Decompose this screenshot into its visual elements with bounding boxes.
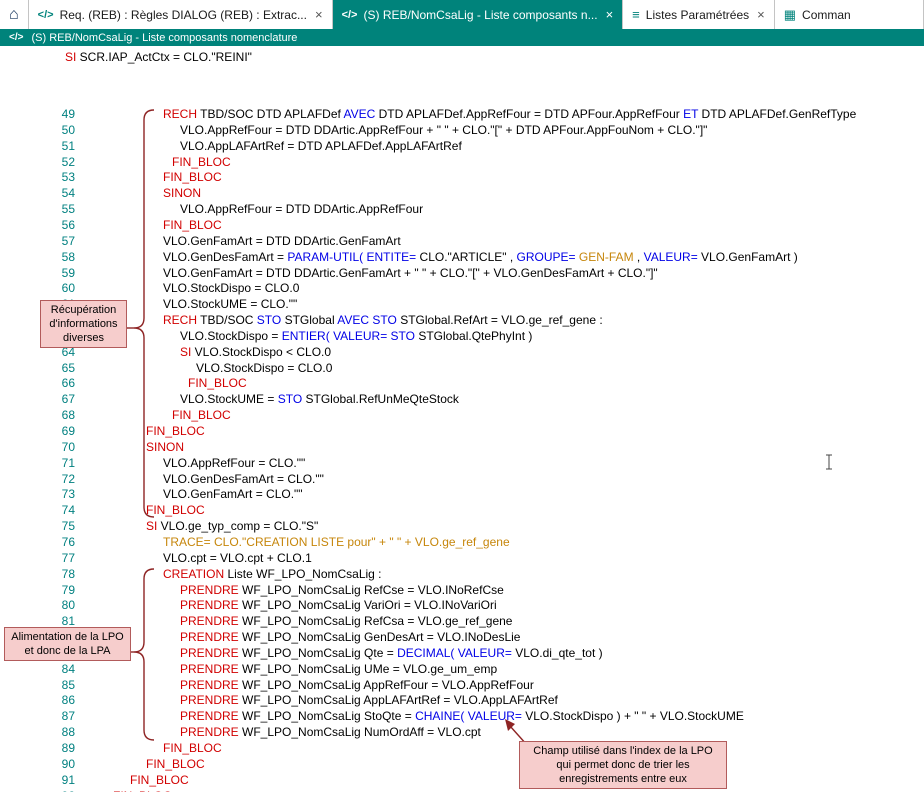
code-line: VLO.StockDispo = ENTIER( VALEUR= STO STG… bbox=[180, 329, 532, 344]
line-number: 59 bbox=[30, 266, 75, 281]
line-number: 49 bbox=[30, 107, 75, 122]
code-line: TRACE= CLO."CREATION LISTE pour" + " " +… bbox=[163, 535, 510, 550]
code-line: VLO.GenDesFamArt = CLO."" bbox=[163, 472, 324, 487]
code-line: SI VLO.ge_typ_comp = CLO."S" bbox=[146, 519, 318, 534]
code-line: VLO.StockUME = CLO."" bbox=[163, 297, 297, 312]
line-number: 65 bbox=[30, 361, 75, 376]
line-number: 56 bbox=[30, 218, 75, 233]
line-number: 71 bbox=[30, 456, 75, 471]
line-number: 90 bbox=[30, 757, 75, 772]
line-number: 69 bbox=[30, 424, 75, 439]
line-number: 84 bbox=[30, 662, 75, 677]
code-line: VLO.cpt = VLO.cpt + CLO.1 bbox=[163, 551, 312, 566]
line-number: 78 bbox=[30, 567, 75, 582]
line-number: 72 bbox=[30, 472, 75, 487]
code-line: VLO.GenFamArt = DTD DDArtic.GenFamArt + … bbox=[163, 266, 658, 281]
line-number: 55 bbox=[30, 202, 75, 217]
code-line: FIN_BLOC bbox=[113, 789, 172, 792]
code-line: PRENDRE WF_LPO_NomCsaLig RefCsa = VLO.ge… bbox=[180, 614, 512, 629]
code-line: PRENDRE WF_LPO_NomCsaLig AppRefFour = VL… bbox=[180, 678, 534, 693]
line-number: 86 bbox=[30, 693, 75, 708]
line-number: 91 bbox=[30, 773, 75, 788]
line-number: 68 bbox=[30, 408, 75, 423]
code-line: VLO.StockDispo = CLO.0 bbox=[196, 361, 332, 376]
line-number: 50 bbox=[30, 123, 75, 138]
line-number: 75 bbox=[30, 519, 75, 534]
code-line: VLO.StockDispo = CLO.0 bbox=[163, 281, 299, 296]
code-line: VLO.AppLAFArtRef = DTD APLAFDef.AppLAFAr… bbox=[180, 139, 462, 154]
code-line: VLO.AppRefFour = CLO."" bbox=[163, 456, 305, 471]
line-number: 67 bbox=[30, 392, 75, 407]
line-number: 85 bbox=[30, 678, 75, 693]
code-line: FIN_BLOC bbox=[146, 757, 205, 772]
code-line: VLO.AppRefFour = DTD DDArtic.AppRefFour … bbox=[180, 123, 707, 138]
code-line: VLO.GenFamArt = DTD DDArtic.GenFamArt bbox=[163, 234, 401, 249]
code-line: CREATION Liste WF_LPO_NomCsaLig : bbox=[163, 567, 382, 582]
line-number: 89 bbox=[30, 741, 75, 756]
line-number: 92 bbox=[30, 789, 75, 792]
line-number: 54 bbox=[30, 186, 75, 201]
line-number: 79 bbox=[30, 583, 75, 598]
code-line: PRENDRE WF_LPO_NomCsaLig StoQte = CHAINE… bbox=[180, 709, 744, 724]
line-number: 87 bbox=[30, 709, 75, 724]
code-line: VLO.StockUME = STO STGlobal.RefUnMeQteSt… bbox=[180, 392, 459, 407]
code-line: VLO.GenFamArt = CLO."" bbox=[163, 487, 303, 502]
code-line: FIN_BLOC bbox=[163, 741, 222, 756]
code-line: VLO.GenDesFamArt = PARAM-UTIL( ENTITE= C… bbox=[163, 250, 798, 265]
code-line: FIN_BLOC bbox=[172, 408, 231, 423]
line-number: 88 bbox=[30, 725, 75, 740]
line-number: 80 bbox=[30, 598, 75, 613]
annotation-recuperation: Récupération d'informations diverses bbox=[40, 300, 127, 348]
code-line: FIN_BLOC bbox=[146, 424, 205, 439]
line-number: 74 bbox=[30, 503, 75, 518]
code-line: PRENDRE WF_LPO_NomCsaLig NumOrdAff = VLO… bbox=[180, 725, 481, 740]
line-number: 51 bbox=[30, 139, 75, 154]
annotation-alimentation: Alimentation de la LPO et donc de la LPA bbox=[4, 627, 131, 661]
code-line: FIN_BLOC bbox=[163, 218, 222, 233]
code-line: FIN_BLOC bbox=[130, 773, 189, 788]
code-line: PRENDRE WF_LPO_NomCsaLig UMe = VLO.ge_um… bbox=[180, 662, 497, 677]
line-number: 57 bbox=[30, 234, 75, 249]
code-line: FIN_BLOC bbox=[172, 155, 231, 170]
dialog-editor-window: ⌂</>Req. (REB) : Règles DIALOG (REB) : E… bbox=[0, 0, 924, 792]
code-line: PRENDRE WF_LPO_NomCsaLig VariOri = VLO.I… bbox=[180, 598, 497, 613]
code-line: PRENDRE WF_LPO_NomCsaLig GenDesArt = VLO… bbox=[180, 630, 520, 645]
line-number: 66 bbox=[30, 376, 75, 391]
code-line: VLO.AppRefFour = DTD DDArtic.AppRefFour bbox=[180, 202, 423, 217]
line-number: 53 bbox=[30, 170, 75, 185]
line-number: 76 bbox=[30, 535, 75, 550]
line-number: 70 bbox=[30, 440, 75, 455]
annotation-champ-index: Champ utilisé dans l'index de la LPO qui… bbox=[519, 741, 727, 789]
line-number: 77 bbox=[30, 551, 75, 566]
code-line: RECH TBD/SOC STO STGlobal AVEC STO STGlo… bbox=[163, 313, 603, 328]
code-line: SINON bbox=[146, 440, 184, 455]
code-editor[interactable]: 49 RECH TBD/SOC DTD APLAFDef AVEC DTD APL… bbox=[0, 0, 924, 792]
line-number: 60 bbox=[30, 281, 75, 296]
code-line: PRENDRE WF_LPO_NomCsaLig Qte = DECIMAL( … bbox=[180, 646, 603, 661]
code-line: FIN_BLOC bbox=[146, 503, 205, 518]
code-line: SI VLO.StockDispo < CLO.0 bbox=[180, 345, 331, 360]
line-number: 52 bbox=[30, 155, 75, 170]
code-line: FIN_BLOC bbox=[163, 170, 222, 185]
line-number: 73 bbox=[30, 487, 75, 502]
code-line: PRENDRE WF_LPO_NomCsaLig RefCse = VLO.IN… bbox=[180, 583, 504, 598]
code-line: FIN_BLOC bbox=[188, 376, 247, 391]
code-line: SINON bbox=[163, 186, 201, 201]
line-number: 58 bbox=[30, 250, 75, 265]
code-line: RECH TBD/SOC DTD APLAFDef AVEC DTD APLAF… bbox=[163, 107, 856, 122]
code-line: PRENDRE WF_LPO_NomCsaLig AppLAFArtRef = … bbox=[180, 693, 558, 708]
